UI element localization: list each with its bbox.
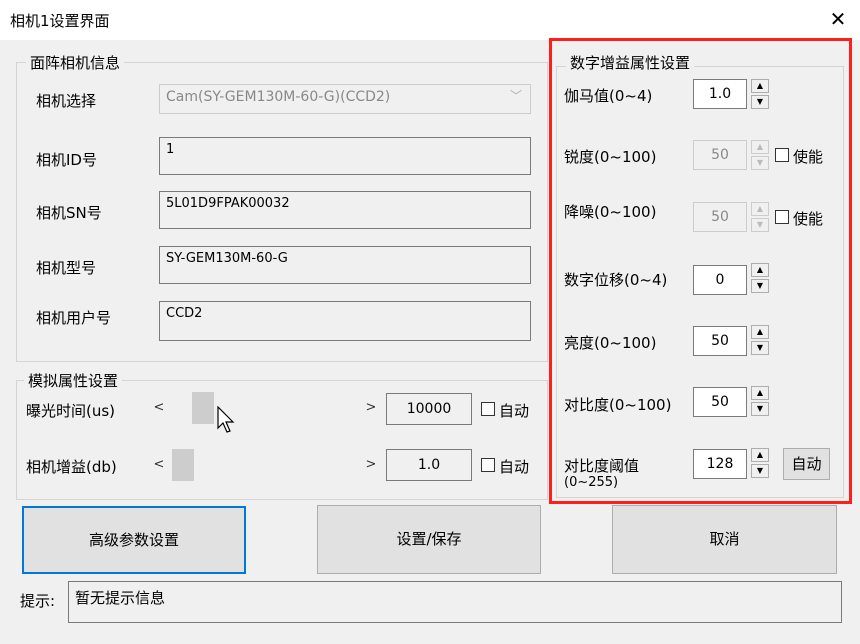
gain-auto-label: 自动 xyxy=(499,458,530,476)
spin-up-icon[interactable]: ▲ xyxy=(751,202,769,216)
sharpness-input[interactable]: 50 xyxy=(693,140,747,170)
spin-up-icon[interactable]: ▲ xyxy=(751,448,769,462)
spin-down-icon[interactable]: ▼ xyxy=(751,218,769,232)
brightness-input[interactable]: 50 xyxy=(693,326,747,356)
gamma-spinner[interactable]: ▲ ▼ xyxy=(751,79,769,109)
contrast-spinner[interactable]: ▲ ▼ xyxy=(751,386,769,416)
camera-user-field[interactable]: CCD2 xyxy=(159,301,531,341)
exposure-slider[interactable]: < > xyxy=(150,392,382,426)
denoise-enable-checkbox[interactable] xyxy=(775,210,789,224)
gain-value-field[interactable]: 1.0 xyxy=(386,449,472,481)
sharpness-enable-checkbox[interactable] xyxy=(775,148,789,162)
exposure-auto-label: 自动 xyxy=(499,402,530,420)
camera-sn-label: 相机SN号 xyxy=(36,204,102,222)
camera-info-legend: 面阵相机信息 xyxy=(26,52,125,73)
gamma-label: 伽马值(0~4) xyxy=(564,87,653,105)
sharpness-spinner[interactable]: ▲ ▼ xyxy=(751,140,769,170)
camera-select-label: 相机选择 xyxy=(36,92,97,110)
spin-down-icon[interactable]: ▼ xyxy=(751,95,769,109)
sharpness-label: 锐度(0~100) xyxy=(564,148,657,166)
spin-up-icon[interactable]: ▲ xyxy=(751,325,769,339)
contrast-input[interactable]: 50 xyxy=(693,387,747,417)
camera-user-label: 相机用户号 xyxy=(36,309,112,327)
digital-legend: 数字增益属性设置 xyxy=(566,52,695,73)
threshold-spinner[interactable]: ▲ ▼ xyxy=(751,448,769,478)
exposure-value-field[interactable]: 10000 xyxy=(386,393,472,425)
save-button[interactable]: 设置/保存 xyxy=(317,505,541,574)
gain-auto-checkbox[interactable] xyxy=(481,458,495,472)
sharpness-enable-label: 使能 xyxy=(793,148,824,166)
advanced-settings-button[interactable]: 高级参数设置 xyxy=(22,506,246,574)
threshold-input[interactable]: 128 xyxy=(693,449,747,479)
gain-slider-right-arrow[interactable]: > xyxy=(364,457,378,472)
gain-slider-thumb[interactable] xyxy=(172,449,194,481)
digital-shift-spinner[interactable]: ▲ ▼ xyxy=(751,263,769,293)
exposure-auto-checkbox[interactable] xyxy=(481,402,495,416)
spin-up-icon[interactable]: ▲ xyxy=(751,140,769,154)
spin-up-icon[interactable]: ▲ xyxy=(751,386,769,400)
exposure-label: 曝光时间(us) xyxy=(26,402,116,420)
gamma-input[interactable]: 1.0 xyxy=(693,79,747,109)
camera-id-label: 相机ID号 xyxy=(36,151,97,169)
spin-down-icon[interactable]: ▼ xyxy=(751,279,769,293)
close-icon[interactable]: ✕ xyxy=(826,6,850,32)
camera-select-value: Cam(SY-GEM130M-60-G)(CCD2) xyxy=(166,89,391,105)
camera-select-dropdown[interactable]: Cam(SY-GEM130M-60-G)(CCD2) ﹀ xyxy=(159,84,531,114)
analog-legend: 模拟属性设置 xyxy=(24,370,123,391)
denoise-label: 降噪(0~100) xyxy=(564,203,657,221)
window-title: 相机1设置界面 xyxy=(10,12,110,30)
hint-field: 暂无提示信息 xyxy=(68,581,842,623)
contrast-label: 对比度(0~100) xyxy=(564,396,672,414)
exposure-slider-thumb[interactable] xyxy=(192,392,215,424)
gain-slider-left-arrow[interactable]: < xyxy=(152,457,166,472)
spin-up-icon[interactable]: ▲ xyxy=(751,263,769,277)
chevron-down-icon: ﹀ xyxy=(509,89,522,103)
digital-shift-input[interactable]: 0 xyxy=(693,265,747,295)
spin-down-icon[interactable]: ▼ xyxy=(751,464,769,478)
title-bar xyxy=(0,0,860,40)
denoise-spinner[interactable]: ▲ ▼ xyxy=(751,202,769,232)
threshold-auto-button[interactable]: 自动 xyxy=(783,448,830,480)
spin-down-icon[interactable]: ▼ xyxy=(751,156,769,170)
camera-id-field[interactable]: 1 xyxy=(159,137,531,175)
brightness-spinner[interactable]: ▲ ▼ xyxy=(751,325,769,355)
gain-slider[interactable]: < > xyxy=(150,449,382,483)
digital-shift-label: 数字位移(0~4) xyxy=(564,271,668,289)
spin-up-icon[interactable]: ▲ xyxy=(751,79,769,93)
threshold-label: 对比度阈值 xyxy=(564,457,640,475)
denoise-enable-label: 使能 xyxy=(793,210,824,228)
camera-sn-field[interactable]: 5L01D9FPAK00032 xyxy=(159,191,531,229)
mouse-cursor-icon xyxy=(217,405,237,438)
cancel-button[interactable]: 取消 xyxy=(612,505,837,574)
camera-model-field[interactable]: SY-GEM130M-60-G xyxy=(159,246,531,284)
hint-label: 提示: xyxy=(20,592,56,610)
brightness-label: 亮度(0~100) xyxy=(564,334,657,352)
spin-down-icon[interactable]: ▼ xyxy=(751,341,769,355)
denoise-input[interactable]: 50 xyxy=(693,202,747,232)
threshold-range-label: (0~255) xyxy=(564,475,619,490)
gain-label: 相机增益(db) xyxy=(26,458,117,476)
camera-model-label: 相机型号 xyxy=(36,259,97,277)
exposure-slider-left-arrow[interactable]: < xyxy=(152,400,166,415)
exposure-slider-right-arrow[interactable]: > xyxy=(364,400,378,415)
spin-down-icon[interactable]: ▼ xyxy=(751,402,769,416)
